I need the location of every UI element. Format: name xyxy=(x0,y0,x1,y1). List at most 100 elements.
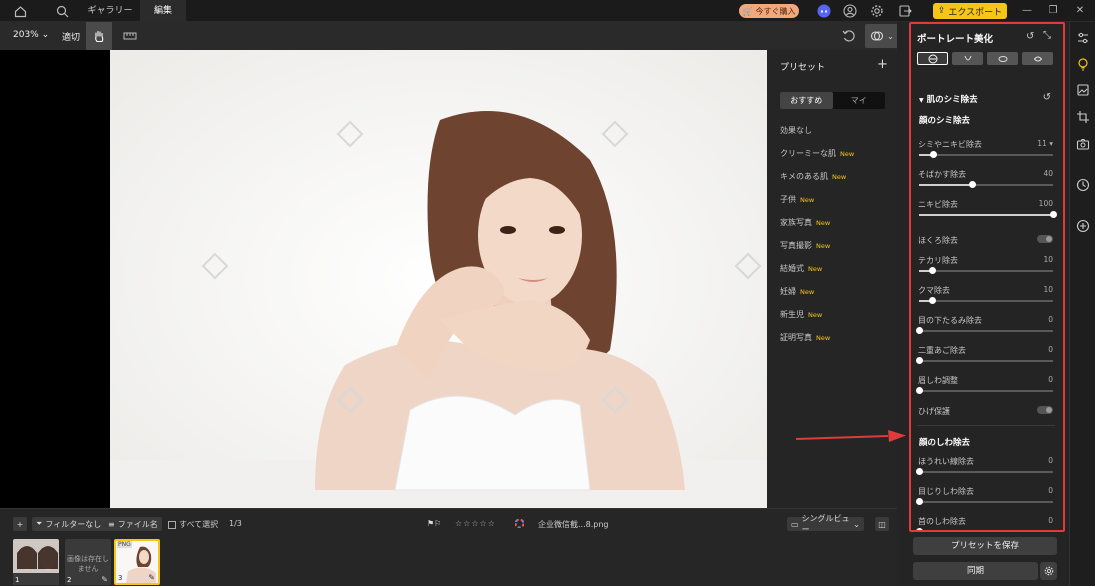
slider-track[interactable] xyxy=(915,468,1053,475)
slider-value[interactable]: 11 ▾ xyxy=(1037,139,1053,148)
sync-settings-gear-icon[interactable] xyxy=(1040,562,1057,580)
edited-photo[interactable] xyxy=(110,50,767,508)
preset-item[interactable]: クリーミーな肌 New xyxy=(780,148,854,159)
minimize-icon[interactable]: — xyxy=(1020,3,1034,19)
preset-item[interactable]: 新生児 New xyxy=(780,309,822,320)
collapse-icon[interactable]: ⤡ xyxy=(1043,30,1051,41)
ruler-icon[interactable] xyxy=(122,28,138,44)
compare-dropdown[interactable]: ⌄ xyxy=(865,24,899,48)
thumbnail-2[interactable]: 画像は存在しません 2 ✎ xyxy=(65,539,111,585)
slider-thumb[interactable] xyxy=(969,181,977,188)
search-icon[interactable] xyxy=(54,3,70,19)
preset-item[interactable]: 写真撮影 New xyxy=(780,240,830,251)
face-tab-mouth[interactable] xyxy=(1022,52,1053,65)
face-tab-eyes[interactable] xyxy=(987,52,1018,65)
image-effects-icon[interactable] xyxy=(1075,82,1091,98)
buy-now-button[interactable]: 🛒 今すぐ購入 xyxy=(739,4,799,18)
fit-button[interactable]: 適切 xyxy=(62,30,80,43)
zoom-dropdown[interactable]: 203% ⌄ xyxy=(13,30,49,40)
slider-track[interactable] xyxy=(919,267,1053,274)
slider-track[interactable] xyxy=(919,181,1053,188)
preset-item[interactable]: 効果なし xyxy=(780,125,812,136)
preset-item[interactable]: 結婚式 New xyxy=(780,263,822,274)
undo-icon[interactable] xyxy=(841,28,857,44)
section-skin-blemish[interactable]: ▼ 肌のシミ除去 xyxy=(919,93,978,105)
add-image-button[interactable]: + xyxy=(13,517,27,531)
reset-icon[interactable]: ↺ xyxy=(1026,31,1034,42)
slider-value[interactable]: 10 xyxy=(1043,285,1053,294)
face-tab-shape[interactable] xyxy=(952,52,983,65)
portrait-bulb-icon[interactable] xyxy=(1075,56,1091,72)
portrait-settings-scroll[interactable]: ▼ 肌のシミ除去 ↺ 顔のシミ除去 シミやニキビ除去 11 ▾ そばかす除去 40 ニキ… xyxy=(911,85,1063,530)
color-label-icon[interactable] xyxy=(514,518,525,530)
gear-icon[interactable] xyxy=(869,3,885,19)
thumbnail-1[interactable]: 1 xyxy=(13,539,59,585)
slider-value[interactable]: 0 xyxy=(1048,315,1053,324)
slider-track[interactable] xyxy=(919,211,1057,218)
slider-thumb[interactable] xyxy=(928,297,936,304)
slider-thumb[interactable] xyxy=(915,387,923,394)
thumbnail-3[interactable]: PNG 3 ✎ xyxy=(114,539,160,585)
camera-icon[interactable] xyxy=(1075,136,1091,152)
slider-track[interactable] xyxy=(915,387,1053,394)
discord-icon[interactable] xyxy=(816,3,832,19)
tab-gallery[interactable]: ギャラリー xyxy=(80,0,140,22)
slider-track[interactable] xyxy=(915,498,1053,505)
select-all-checkbox[interactable]: すべて選択 xyxy=(168,519,218,530)
preset-item[interactable]: キメのある肌 New xyxy=(780,171,846,182)
sync-button[interactable]: 同期 xyxy=(913,562,1038,580)
slider-thumb[interactable] xyxy=(915,498,923,505)
beard-protect-toggle[interactable] xyxy=(1037,406,1053,414)
slider-thumb[interactable] xyxy=(915,357,923,364)
preset-item[interactable]: 証明写真 New xyxy=(780,332,830,343)
restore-icon[interactable]: ❐ xyxy=(1046,3,1060,19)
hand-tool-icon[interactable] xyxy=(86,22,112,50)
slider-row: シミやニキビ除去 11 ▾ xyxy=(911,135,1063,165)
slider-value[interactable]: 0 xyxy=(1048,456,1053,465)
canvas-area[interactable] xyxy=(0,50,767,508)
adjust-sliders-icon[interactable] xyxy=(1075,30,1091,46)
tab-edit[interactable]: 編集 xyxy=(140,0,186,22)
close-icon[interactable]: ✕ xyxy=(1073,3,1087,19)
home-icon[interactable] xyxy=(12,3,28,19)
logout-icon[interactable] xyxy=(897,3,913,19)
slider-thumb[interactable] xyxy=(928,267,936,274)
history-clock-icon[interactable] xyxy=(1075,177,1091,193)
slider-thumb[interactable] xyxy=(915,327,923,334)
user-icon[interactable] xyxy=(842,3,858,19)
slider-track[interactable] xyxy=(919,297,1053,304)
slider-value[interactable]: 0 xyxy=(1048,345,1053,354)
export-button[interactable]: ⇪ エクスポート xyxy=(933,3,1007,19)
mole-removal-toggle[interactable] xyxy=(1037,235,1053,243)
slider-thumb[interactable] xyxy=(930,151,938,158)
preset-item[interactable]: 家族写真 New xyxy=(780,217,830,228)
tab-my-presets[interactable]: マイ xyxy=(833,92,886,109)
slider-value[interactable]: 0 xyxy=(1048,375,1053,384)
flag-icon[interactable]: ⚑⚐ xyxy=(427,519,441,528)
star-rating[interactable]: ☆☆☆☆☆ xyxy=(455,519,496,528)
slider-track[interactable] xyxy=(915,357,1053,364)
view-mode-dropdown[interactable]: ▭ シングルビュー ⌄ xyxy=(787,514,864,534)
slider-value[interactable]: 0 xyxy=(1048,516,1053,525)
sort-filename-button[interactable]: ≡ ファイル名 xyxy=(104,517,162,531)
slider-value[interactable]: 40 xyxy=(1043,169,1053,178)
section-reset-icon[interactable]: ↺ xyxy=(1043,92,1051,103)
slider-thumb[interactable] xyxy=(1049,211,1057,218)
tab-recommended[interactable]: おすすめ xyxy=(780,92,833,109)
slider-track[interactable] xyxy=(919,151,1053,158)
filter-button[interactable]: ⏷ フィルターなし xyxy=(32,517,106,531)
add-plus-icon[interactable] xyxy=(1075,218,1091,234)
split-view-icon[interactable]: ◫ xyxy=(875,517,889,531)
slider-track[interactable] xyxy=(915,327,1053,334)
slider-thumb[interactable] xyxy=(915,528,923,530)
slider-thumb[interactable] xyxy=(915,468,923,475)
preset-item[interactable]: 子供 New xyxy=(780,194,814,205)
slider-value[interactable]: 0 xyxy=(1048,486,1053,495)
slider-value[interactable]: 10 xyxy=(1043,255,1053,264)
face-tab-skin[interactable] xyxy=(917,52,948,65)
save-preset-button[interactable]: プリセットを保存 xyxy=(913,537,1057,555)
add-preset-icon[interactable]: + xyxy=(877,57,888,72)
preset-item[interactable]: 妊婦 New xyxy=(780,286,814,297)
crop-icon[interactable] xyxy=(1075,109,1091,125)
slider-value[interactable]: 100 xyxy=(1039,199,1053,208)
